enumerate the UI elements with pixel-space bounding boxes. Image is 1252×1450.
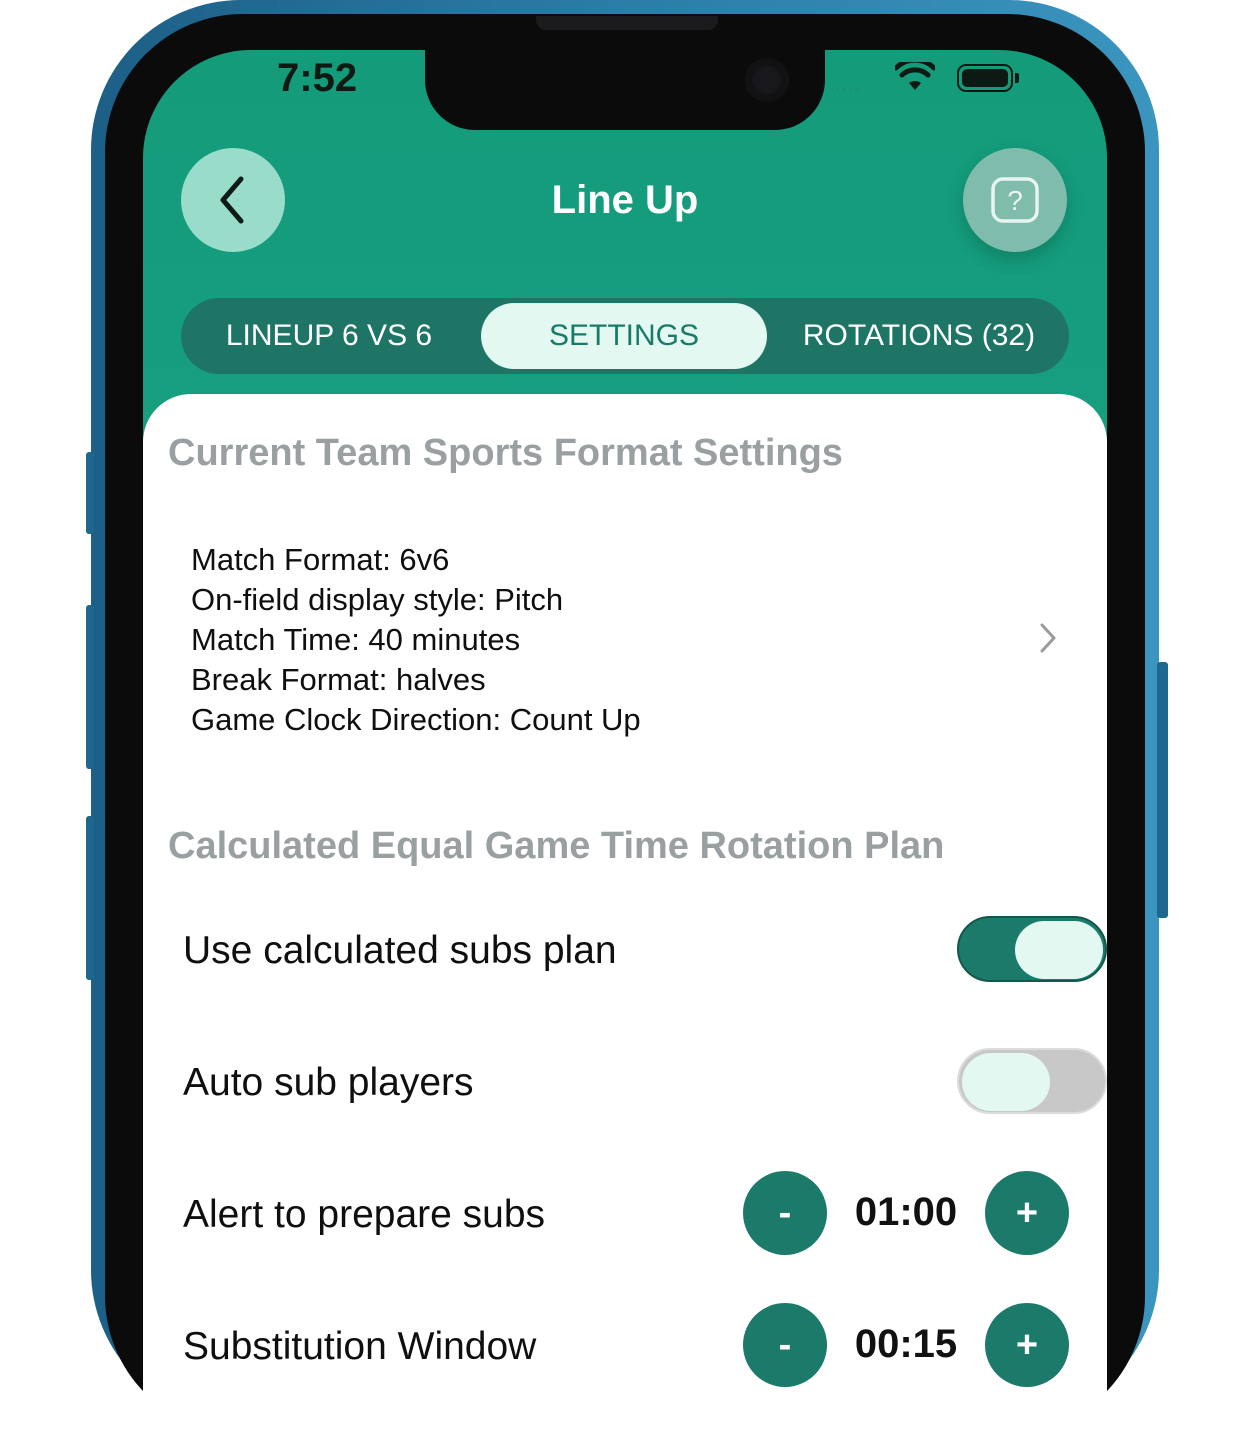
- notch: [425, 50, 825, 130]
- status-time: 7:52: [277, 56, 358, 100]
- segmented-tabs: LINEUP 6 VS 6 SETTINGS ROTATIONS (32): [181, 298, 1069, 374]
- window-decrement-button[interactable]: -: [743, 1303, 827, 1387]
- format-line-clock-direction: Game Clock Direction: Count Up: [191, 702, 641, 737]
- format-line-match-format: Match Format: 6v6: [191, 542, 450, 577]
- toggle-knob: [1015, 921, 1103, 979]
- tab-settings[interactable]: SETTINGS: [481, 303, 767, 369]
- use-calculated-toggle[interactable]: [957, 916, 1107, 982]
- cellular-signal-icon: ····: [835, 80, 862, 96]
- substitution-window-label: Substitution Window: [183, 1325, 537, 1368]
- format-section-heading: Current Team Sports Format Settings: [168, 432, 843, 474]
- use-calculated-label: Use calculated subs plan: [183, 929, 617, 972]
- format-line-break-format: Break Format: halves: [191, 662, 486, 697]
- help-button[interactable]: ?: [963, 148, 1067, 252]
- alert-decrement-button[interactable]: -: [743, 1171, 827, 1255]
- alert-time-value: 01:00: [854, 1190, 958, 1234]
- wifi-icon: [895, 62, 935, 90]
- question-icon: ?: [991, 177, 1039, 223]
- tab-rotations[interactable]: ROTATIONS (32): [771, 298, 1067, 374]
- power-button: [1157, 662, 1168, 918]
- chevron-right-icon[interactable]: [1036, 621, 1060, 655]
- auto-sub-toggle[interactable]: [957, 1048, 1107, 1114]
- format-summary[interactable]: Match Format: 6v6 On-field display style…: [191, 540, 641, 740]
- settings-card: Current Team Sports Format Settings Matc…: [143, 394, 1107, 1450]
- battery-icon: [957, 64, 1013, 92]
- window-time-value: 00:15: [854, 1322, 958, 1366]
- alert-increment-button[interactable]: +: [985, 1171, 1069, 1255]
- speaker-grille: [536, 16, 718, 30]
- format-line-match-time: Match Time: 40 minutes: [191, 622, 521, 657]
- rotation-section-heading: Calculated Equal Game Time Rotation Plan: [168, 825, 945, 867]
- toggle-knob: [962, 1053, 1050, 1111]
- tab-lineup[interactable]: LINEUP 6 VS 6: [181, 298, 477, 374]
- format-line-display-style: On-field display style: Pitch: [191, 582, 564, 617]
- mute-switch: [86, 452, 94, 534]
- camera-icon: [745, 58, 789, 102]
- app-screen: 7:52 ···· Line Up ? LINEUP 6 VS 6 SETTIN…: [143, 50, 1107, 1450]
- svg-text:?: ?: [1007, 185, 1023, 216]
- volume-down-button: [86, 816, 94, 980]
- auto-sub-label: Auto sub players: [183, 1061, 474, 1104]
- window-increment-button[interactable]: +: [985, 1303, 1069, 1387]
- battery-tip: [1015, 73, 1019, 83]
- volume-up-button: [86, 605, 94, 769]
- alert-prepare-label: Alert to prepare subs: [183, 1193, 546, 1236]
